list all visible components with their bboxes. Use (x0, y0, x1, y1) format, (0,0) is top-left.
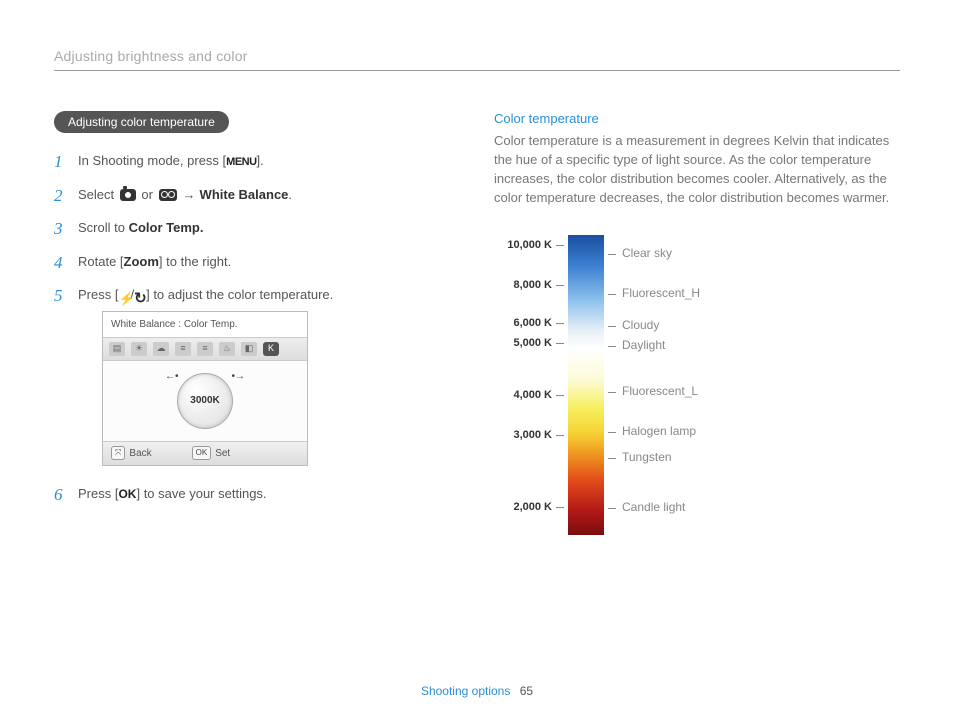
kelvin-tick: 4,000 K (513, 389, 564, 401)
step3-text-a: Scroll to (78, 220, 129, 235)
page-header: Adjusting brightness and color (54, 48, 900, 71)
wb-icon-fluor2: ≡ (197, 342, 213, 356)
light-source-label: Tungsten (608, 450, 672, 464)
footer-page: 65 (520, 684, 533, 698)
ok-key: OK (118, 487, 136, 501)
step5-text-b: ] to adjust the color temperature. (146, 287, 333, 302)
right-heading: Color temperature (494, 111, 894, 126)
kelvin-ticks: 10,000 K 8,000 K 6,000 K 5,000 K 4,000 K 3,00… (494, 235, 564, 535)
dial-arrow-left: ←• (165, 369, 179, 384)
light-source-label: Clear sky (608, 246, 672, 260)
back-label: Back (129, 446, 151, 461)
right-column: Color temperature Color temperature is a… (494, 111, 894, 535)
content-columns: Adjusting color temperature In Shooting … (54, 111, 900, 535)
color-spectrum-bar (568, 235, 604, 535)
preview-footer: ⤧ Back OK Set (103, 441, 307, 465)
kelvin-tick: 10,000 K (507, 239, 564, 251)
arrow-icon: → (183, 187, 196, 202)
step6-text-b: ] to save your settings. (136, 486, 266, 501)
dial-area: ←• 3000K •→ (103, 361, 307, 441)
page-footer: Shooting options 65 (0, 684, 954, 698)
kelvin-tick: 6,000 K (513, 317, 564, 329)
step-3: Scroll to Color Temp. (54, 218, 434, 238)
camera-icon (120, 189, 136, 201)
ok-key-icon: OK (192, 446, 212, 460)
menu-key: MENU (226, 156, 256, 168)
wb-icon-sun: ☀ (131, 342, 147, 356)
light-source-label: Halogen lamp (608, 424, 696, 438)
step2-or: or (138, 187, 157, 202)
step4-text-b: ] to the right. (159, 254, 231, 269)
step1-text-b: ]. (257, 153, 264, 168)
preview-title: White Balance : Color Temp. (103, 312, 307, 338)
section-pill: Adjusting color temperature (54, 111, 229, 133)
set-button: OK Set (192, 446, 231, 461)
back-button: ⤧ Back (111, 446, 152, 461)
kelvin-tick: 8,000 K (513, 279, 564, 291)
wb-icon-custom: ◧ (241, 342, 257, 356)
wb-icon-fluor: ≡ (175, 342, 191, 356)
wb-icon-row: ▤ ☀ ☁ ≡ ≡ ♨ ◧ K (103, 338, 307, 361)
wb-icon-cloud: ☁ (153, 342, 169, 356)
step4-text-a: Rotate [ (78, 254, 124, 269)
light-source-label: Fluorescent_H (608, 286, 700, 300)
wb-icon-auto: ▤ (109, 342, 125, 356)
light-source-label: Cloudy (608, 318, 659, 332)
light-source-label: Candle light (608, 500, 685, 514)
color-temp-label: Color Temp. (129, 220, 204, 235)
step2-text-a: Select (78, 187, 118, 202)
step1-text-a: In Shooting mode, press [ (78, 153, 226, 168)
wb-icon-tungsten: ♨ (219, 342, 235, 356)
step2-text-b: . (288, 187, 292, 202)
right-paragraph: Color temperature is a measurement in de… (494, 132, 894, 207)
set-label: Set (215, 446, 230, 461)
wb-icon-kelvin: K (263, 342, 279, 356)
step5-text-a: Press [ (78, 287, 118, 302)
light-source-label: Daylight (608, 338, 665, 352)
step-4: Rotate [Zoom] to the right. (54, 252, 434, 272)
steps-list: In Shooting mode, press [MENU]. Select o… (54, 151, 434, 503)
step-2: Select or → White Balance. (54, 185, 434, 205)
back-key-icon: ⤧ (111, 446, 125, 460)
zoom-label: Zoom (124, 254, 159, 269)
step-1: In Shooting mode, press [MENU]. (54, 151, 434, 171)
kelvin-tick: 2,000 K (513, 501, 564, 513)
light-source-label: Fluorescent_L (608, 384, 698, 398)
spectrum-diagram: 10,000 K 8,000 K 6,000 K 5,000 K 4,000 K 3,00… (494, 235, 894, 535)
footer-section: Shooting options (421, 684, 510, 698)
step-6: Press [OK] to save your settings. (54, 484, 434, 504)
dial-arrow-right: •→ (231, 369, 245, 384)
flash-icon (118, 289, 130, 303)
white-balance-label: White Balance (200, 187, 289, 202)
camera-preview: White Balance : Color Temp. ▤ ☀ ☁ ≡ ≡ ♨ … (102, 311, 308, 466)
kelvin-tick: 3,000 K (513, 429, 564, 441)
timer-icon (134, 289, 146, 303)
kelvin-tick: 5,000 K (513, 337, 564, 349)
kelvin-dial: 3000K (177, 373, 233, 429)
light-source-labels: Clear sky Fluorescent_H Cloudy Daylight Fluo… (608, 235, 748, 535)
video-icon (159, 189, 177, 201)
step-5: Press [/] to adjust the color temperatur… (54, 285, 434, 466)
left-column: Adjusting color temperature In Shooting … (54, 111, 434, 535)
step6-text-a: Press [ (78, 486, 118, 501)
